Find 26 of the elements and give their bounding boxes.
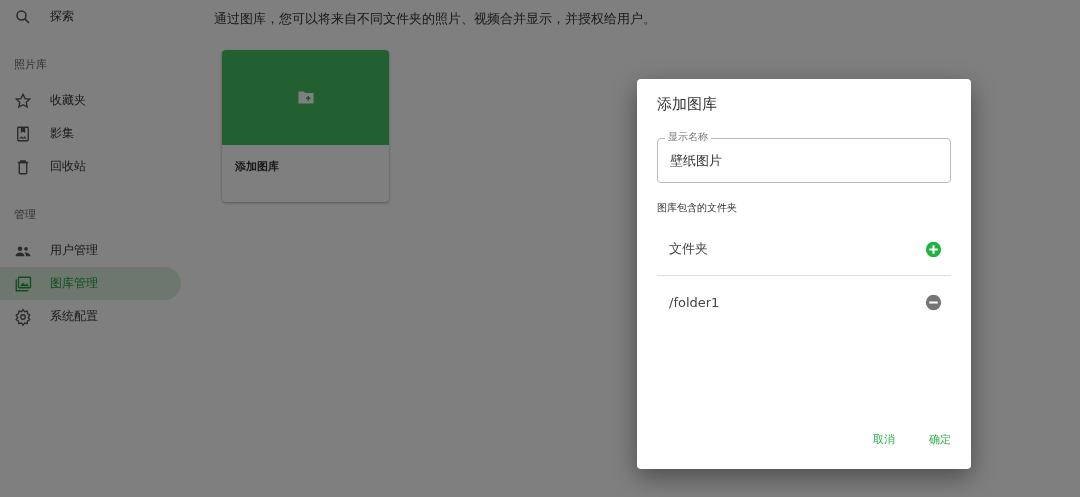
field-label: 显示名称	[665, 131, 711, 143]
gallery-card[interactable]: 添加图库	[222, 50, 389, 202]
sidebar-item[interactable]: 系统配置	[0, 300, 181, 333]
folder-text: /folder1	[669, 294, 720, 310]
description-text: 通过图库，您可以将来自不同文件夹的照片、视频合并显示，并授权给用户。	[214, 10, 657, 28]
images-icon	[14, 274, 32, 293]
sidebar-item[interactable]: 用户管理	[0, 234, 181, 267]
folder-add-icon	[296, 90, 315, 105]
dialog-button[interactable]: 确定	[919, 426, 961, 453]
dialog-button[interactable]: 取消	[863, 426, 905, 453]
sidebar-item[interactable]: 探索	[0, 0, 181, 33]
bookmark-icon	[14, 124, 32, 143]
dialog-title: 添加图库	[657, 95, 718, 114]
section-label: 图库包含的文件夹	[657, 201, 738, 215]
sidebar-item[interactable]: 收藏夹	[0, 84, 181, 117]
sidebar-item[interactable]: 影集	[0, 117, 181, 150]
card-title: 添加图库	[234, 159, 280, 175]
section-heading: 管理	[13, 207, 37, 223]
add-icon[interactable]	[925, 240, 942, 258]
star-icon	[14, 91, 32, 110]
search-icon	[14, 7, 32, 26]
settings-icon	[14, 307, 32, 326]
section-heading: 照片库	[13, 57, 48, 73]
folder-text: 文件夹	[669, 240, 708, 258]
remove-icon[interactable]	[925, 293, 942, 311]
sidebar-item[interactable]: 回收站	[0, 150, 181, 183]
